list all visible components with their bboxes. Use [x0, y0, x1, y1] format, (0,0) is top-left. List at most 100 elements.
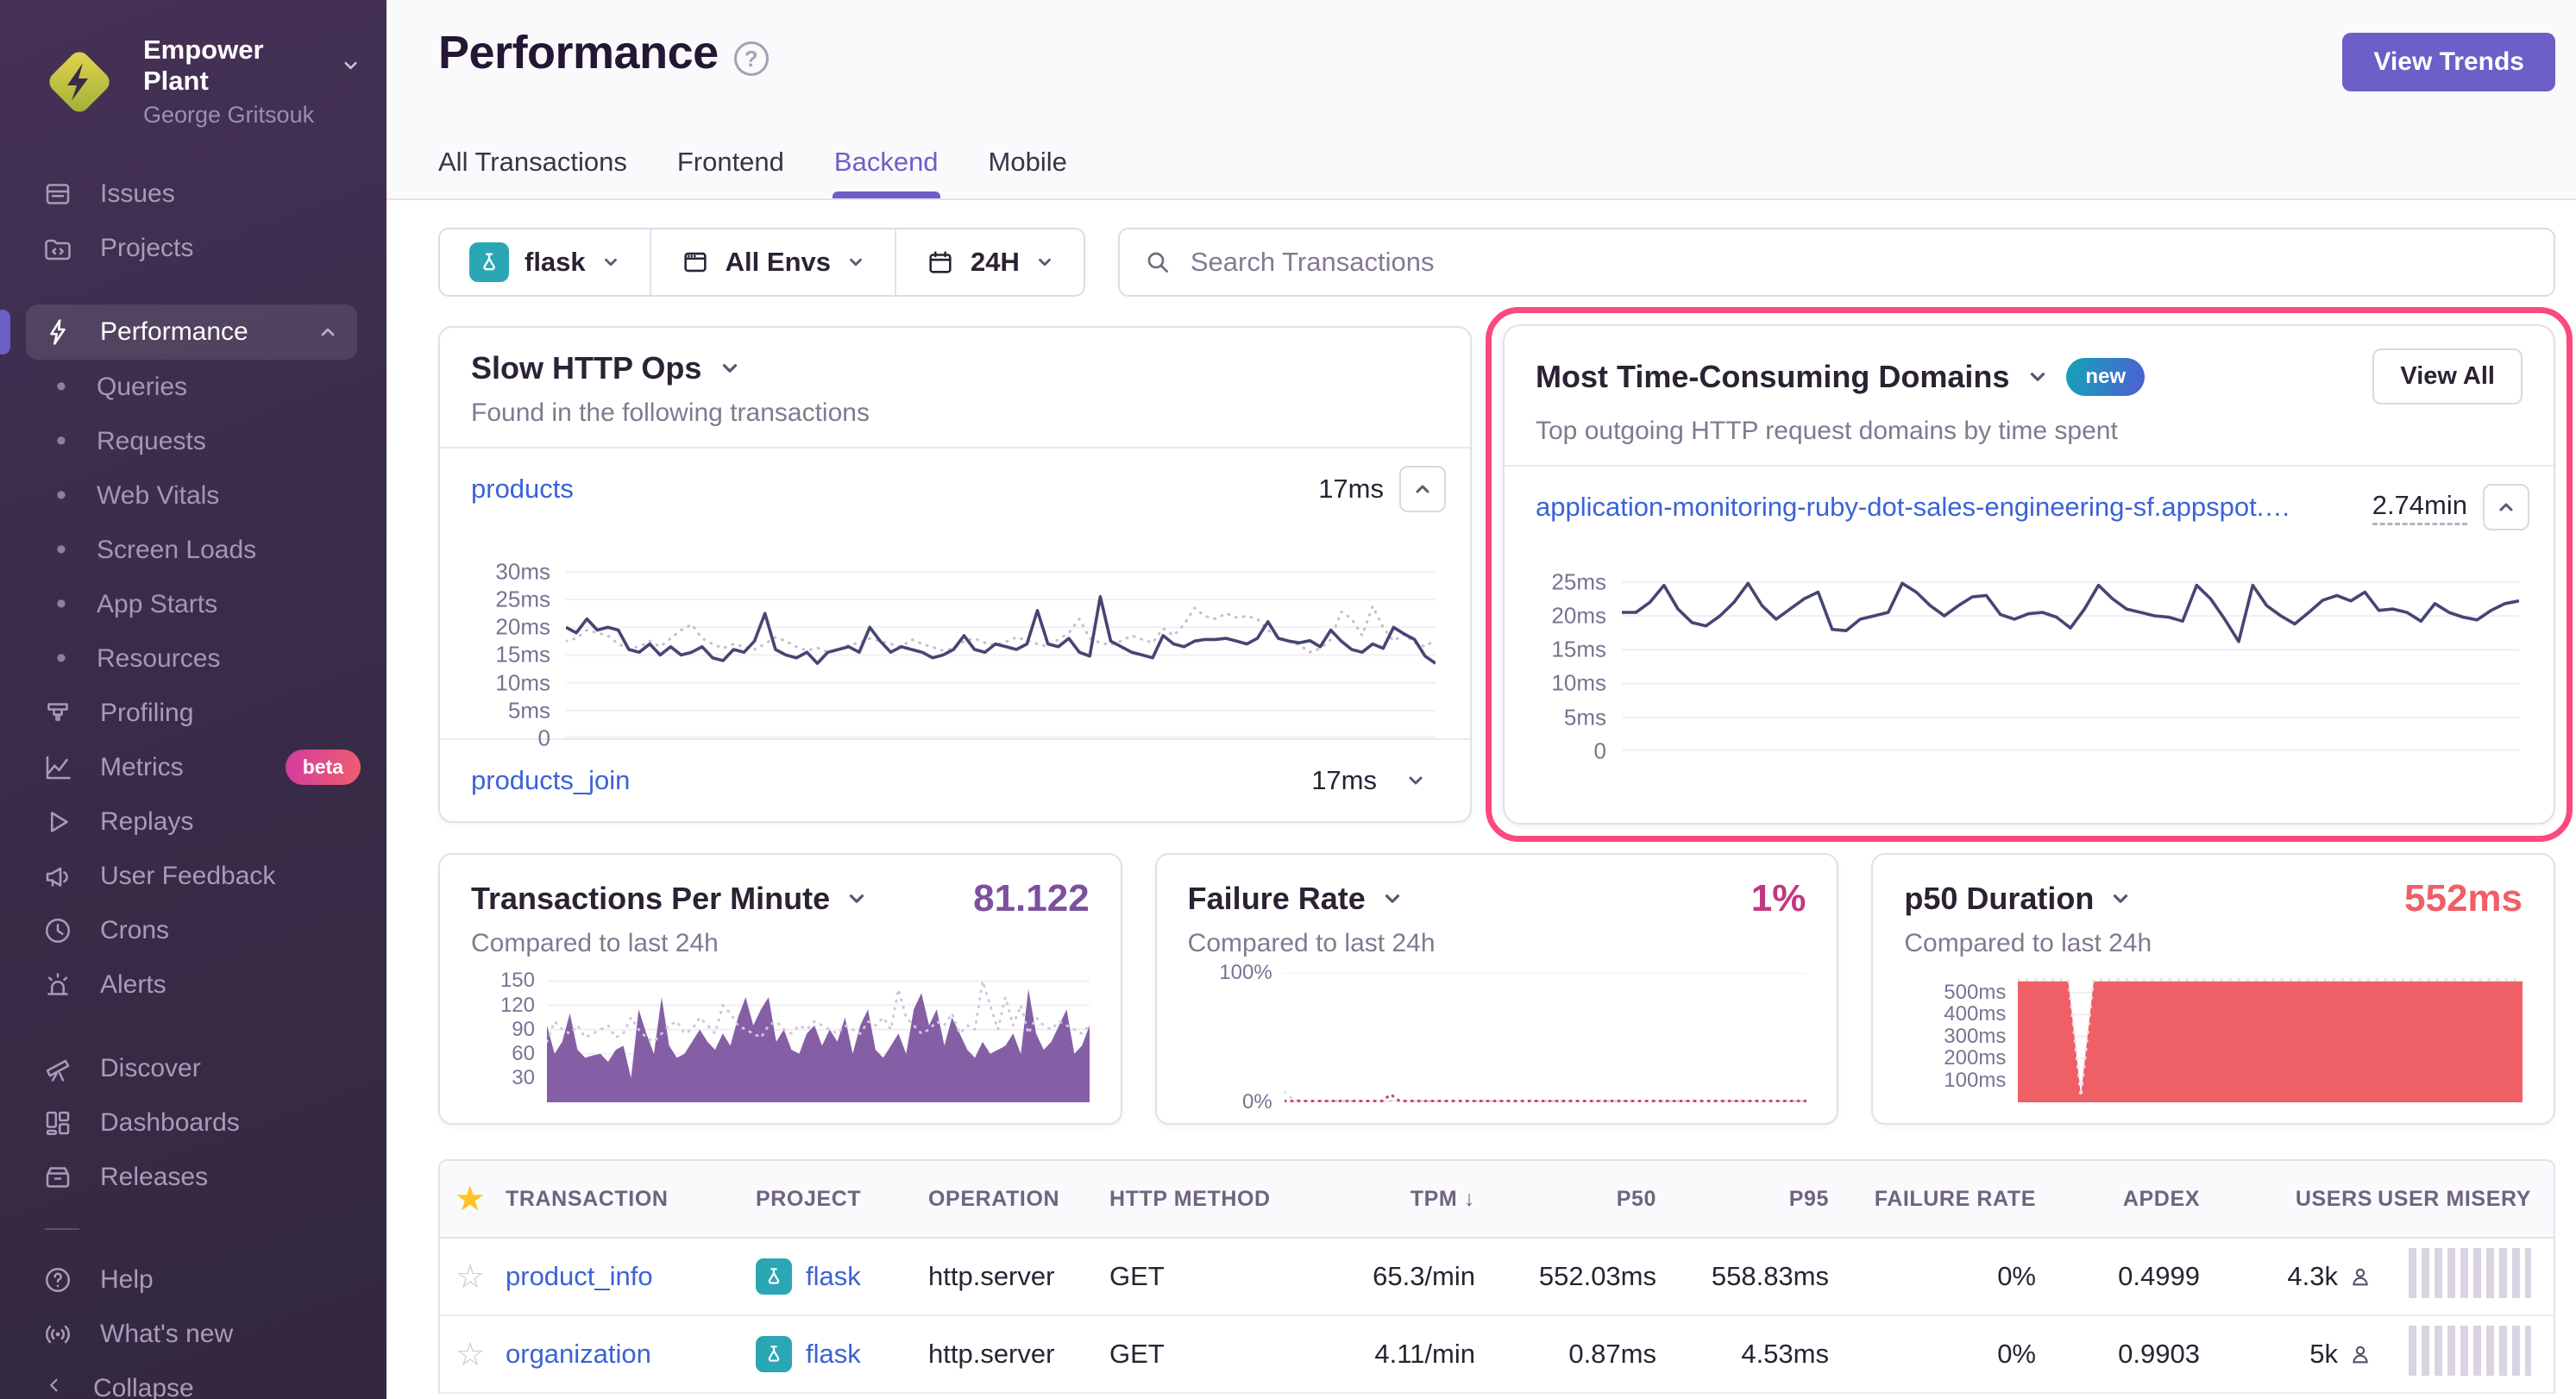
tab-frontend[interactable]: Frontend — [677, 147, 784, 198]
view-all-button[interactable]: View All — [2372, 348, 2523, 405]
sidebar-item-performance[interactable]: Performance — [26, 304, 357, 360]
org-logo-icon — [38, 41, 121, 123]
sidebar-item-issues[interactable]: Issues — [0, 166, 386, 221]
sidebar-item-screen-loads[interactable]: •Screen Loads — [0, 523, 386, 577]
sidebar-item-resources[interactable]: •Resources — [0, 631, 386, 686]
annotation-highlight-ring: Most Time-Consuming Domains new View All… — [1486, 307, 2573, 842]
bullet-icon: • — [48, 424, 74, 458]
col-apdex[interactable]: APDEX — [2118, 1187, 2200, 1212]
sidebar-item-metrics[interactable]: Metrics beta — [0, 740, 386, 794]
tab-mobile[interactable]: Mobile — [989, 147, 1067, 198]
megaphone-icon — [41, 860, 74, 893]
transaction-link[interactable]: product_info — [500, 1261, 751, 1292]
project-cell[interactable]: flask — [751, 1258, 923, 1295]
collapse-row-button[interactable] — [2483, 484, 2529, 530]
project-filter[interactable]: flask — [440, 229, 650, 295]
org-switcher[interactable]: Empower Plant George Gritsouk — [0, 0, 386, 129]
sidebar-item-help[interactable]: Help — [0, 1252, 386, 1307]
sidebar-item-label: Web Vitals — [97, 481, 219, 511]
performance-icon — [41, 316, 74, 348]
tab-all-transactions[interactable]: All Transactions — [438, 147, 627, 198]
metric-value: 1% — [1751, 877, 1806, 920]
collapse-row-button[interactable] — [1399, 466, 1446, 512]
page-title: Performance — [438, 26, 719, 79]
col-tpm-sorted[interactable]: TPM ↓ — [1405, 1187, 1475, 1212]
search-input[interactable] — [1189, 246, 2529, 279]
sidebar-item-web-vitals[interactable]: •Web Vitals — [0, 468, 386, 523]
bullet-icon: • — [48, 533, 74, 567]
chevron-down-icon[interactable] — [2026, 366, 2049, 388]
axis-label: 30 — [512, 1066, 535, 1090]
transaction-link[interactable]: products — [471, 474, 574, 505]
y-axis: 500ms400ms300ms200ms100ms — [1904, 973, 2018, 1102]
sidebar-divider — [45, 1228, 79, 1230]
beta-badge: beta — [286, 750, 361, 785]
sidebar-item-discover[interactable]: Discover — [0, 1041, 386, 1095]
project-cell[interactable]: flask — [751, 1336, 923, 1372]
sidebar-item-requests[interactable]: •Requests — [0, 414, 386, 468]
star-filled-icon[interactable]: ★ — [456, 1181, 485, 1217]
sidebar-item-whats-new[interactable]: What's new — [0, 1307, 386, 1361]
sidebar-item-queries[interactable]: •Queries — [0, 360, 386, 414]
widget-title: Most Time-Consuming Domains — [1536, 359, 2009, 395]
chart-series-previous — [547, 981, 1090, 1041]
sidebar-item-replays[interactable]: Replays — [0, 794, 386, 849]
sidebar-item-profiling[interactable]: Profiling — [0, 686, 386, 740]
sidebar-collapse-button[interactable]: Collapse — [0, 1361, 386, 1399]
chart-plot-area[interactable] — [566, 561, 1436, 738]
flask-project-icon — [756, 1258, 792, 1295]
chart-plot-area[interactable] — [1285, 973, 1806, 1102]
flask-project-icon — [469, 242, 509, 282]
date-range-filter[interactable]: 24H — [895, 229, 1084, 295]
broadcast-icon — [41, 1318, 74, 1351]
chart-series-current — [2018, 982, 2523, 1102]
col-failure-rate[interactable]: FAILURE RATE — [1869, 1187, 2036, 1212]
chevron-down-icon[interactable] — [719, 357, 741, 380]
sidebar-item-label: App Starts — [97, 590, 217, 619]
sidebar-item-dashboards[interactable]: Dashboards — [0, 1095, 386, 1150]
col-http-method[interactable]: HTTP METHOD — [1104, 1187, 1320, 1212]
chart-plot-area[interactable] — [2018, 973, 2523, 1102]
chevron-down-icon[interactable] — [845, 888, 868, 910]
active-nav-indicator — [0, 310, 10, 354]
sidebar-item-alerts[interactable]: Alerts — [0, 957, 386, 1012]
transaction-row-products-join: products_join 17ms — [440, 738, 1470, 821]
col-p95[interactable]: P95 — [1784, 1187, 1829, 1212]
star-outline-icon[interactable]: ☆ — [456, 1335, 485, 1374]
transaction-link[interactable]: organization — [500, 1339, 751, 1370]
star-outline-icon[interactable]: ☆ — [456, 1258, 485, 1296]
sidebar-item-releases[interactable]: Releases — [0, 1150, 386, 1204]
col-users[interactable]: USERS — [2290, 1187, 2372, 1212]
chevron-down-icon[interactable] — [1381, 888, 1404, 910]
chevron-down-icon — [1035, 253, 1054, 272]
sidebar-item-crons[interactable]: Crons — [0, 903, 386, 957]
user-misery-score-bar[interactable] — [2409, 1326, 2531, 1376]
chevron-down-icon[interactable] — [2109, 888, 2132, 910]
transactions-table: ★ TRANSACTION PROJECT OPERATION HTTP MET… — [438, 1159, 2555, 1394]
axis-label: 10ms — [495, 669, 550, 696]
domain-link[interactable]: application-monitoring-ruby-dot-sales-en… — [1536, 492, 2295, 523]
col-p50[interactable]: P50 — [1612, 1187, 1656, 1212]
sidebar-item-user-feedback[interactable]: User Feedback — [0, 849, 386, 903]
col-project[interactable]: PROJECT — [751, 1187, 923, 1212]
time-spent-value[interactable]: 2.74min — [2372, 490, 2467, 525]
duration-value: 17ms — [1318, 474, 1384, 505]
metric-value: 81.122 — [973, 877, 1090, 920]
help-tooltip-icon[interactable]: ? — [734, 41, 769, 76]
view-trends-button[interactable]: View Trends — [2342, 33, 2555, 91]
chart-plot-area[interactable] — [1622, 568, 2519, 751]
sidebar-item-app-starts[interactable]: •App Starts — [0, 577, 386, 631]
user-misery-score-bar[interactable] — [2409, 1248, 2531, 1298]
environment-filter[interactable]: All Envs — [650, 229, 895, 295]
replays-icon — [41, 806, 74, 838]
col-transaction[interactable]: TRANSACTION — [500, 1187, 751, 1212]
col-user-misery[interactable]: USER MISERY — [2372, 1187, 2554, 1212]
dashboards-icon — [41, 1107, 74, 1139]
expand-row-button[interactable] — [1392, 757, 1439, 804]
sidebar-item-projects[interactable]: Projects — [0, 221, 386, 275]
failure-rate-cell: 0% — [1992, 1339, 2036, 1370]
chart-plot-area[interactable] — [547, 973, 1090, 1102]
transaction-link[interactable]: products_join — [471, 765, 630, 796]
col-operation[interactable]: OPERATION — [923, 1187, 1104, 1212]
tab-backend[interactable]: Backend — [834, 147, 939, 198]
